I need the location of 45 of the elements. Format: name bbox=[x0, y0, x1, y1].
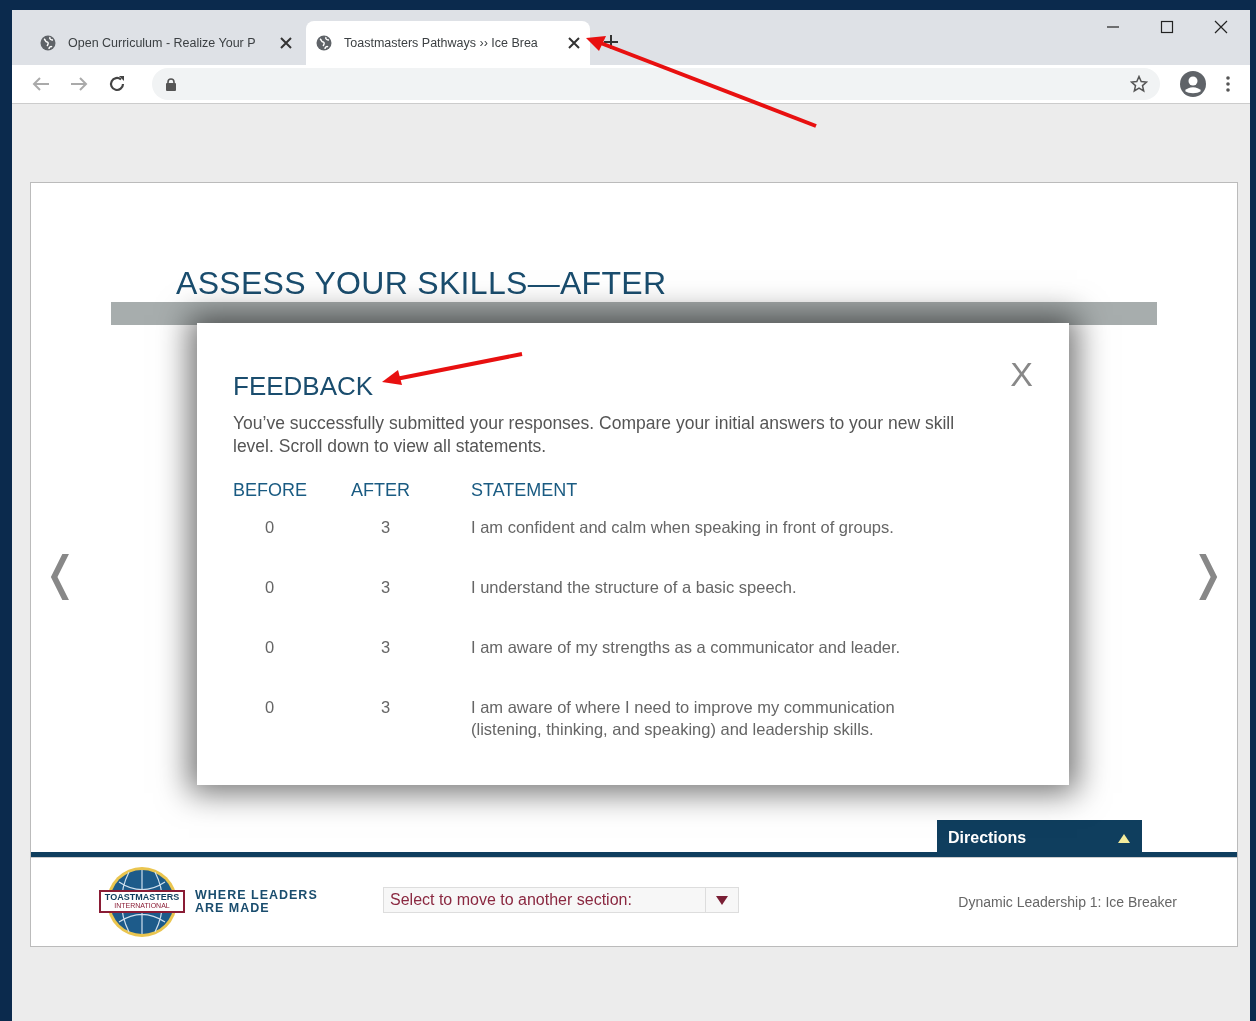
logo-text: TOASTMASTERS bbox=[104, 893, 180, 902]
globe-icon bbox=[316, 35, 332, 51]
after-score: 3 bbox=[380, 517, 392, 538]
maximize-icon[interactable] bbox=[1160, 20, 1174, 34]
profile-avatar-icon[interactable] bbox=[1180, 71, 1206, 97]
reload-icon[interactable] bbox=[108, 75, 126, 93]
lock-icon bbox=[166, 77, 176, 91]
close-icon[interactable] bbox=[280, 37, 292, 49]
close-icon[interactable] bbox=[568, 37, 580, 49]
page-title: ASSESS YOUR SKILLS—AFTER bbox=[176, 265, 667, 302]
section-select[interactable]: Select to move to another section: bbox=[383, 887, 739, 913]
feedback-message: You’ve successfully submitted your responses. Compare your initial answers to your new skill level. Scroll down to view all statements. bbox=[233, 412, 956, 458]
after-score: 3 bbox=[380, 697, 392, 718]
statement-text: I am aware of my strengths as a communicator and leader. bbox=[471, 637, 902, 658]
triangle-up-icon bbox=[1118, 833, 1130, 843]
globe-icon bbox=[40, 35, 56, 51]
star-icon[interactable] bbox=[1130, 75, 1148, 93]
before-score: 0 bbox=[264, 697, 276, 718]
after-score: 3 bbox=[380, 637, 392, 658]
browser-tab[interactable]: Open Curriculum - Realize Your P bbox=[30, 21, 302, 65]
column-header: STATEMENT bbox=[471, 480, 579, 502]
close-button[interactable]: X bbox=[1010, 355, 1033, 394]
tagline-text: ARE MADE bbox=[195, 902, 271, 915]
tagline-text: WHERE LEADERS bbox=[195, 889, 319, 902]
tab-title: Toastmasters Pathways ›› Ice Brea bbox=[344, 36, 539, 50]
before-score: 0 bbox=[264, 637, 276, 658]
before-score: 0 bbox=[264, 517, 276, 538]
dropdown-caret-icon bbox=[716, 895, 728, 905]
statement-text: I understand the structure of a basic speech. bbox=[471, 577, 798, 598]
dialog-title: FEEDBACK bbox=[233, 371, 374, 402]
select-placeholder: Select to move to another section: bbox=[389, 891, 633, 909]
after-score: 3 bbox=[380, 577, 392, 598]
before-score: 0 bbox=[264, 577, 276, 598]
statement-text: I am confident and calm when speaking in front of groups. bbox=[471, 517, 895, 538]
column-header: AFTER bbox=[351, 480, 411, 502]
next-button[interactable]: ❭ bbox=[1184, 545, 1231, 600]
more-menu-icon[interactable] bbox=[1226, 76, 1230, 92]
directions-button[interactable]: Directions bbox=[937, 820, 1142, 852]
column-header: BEFORE bbox=[233, 480, 308, 502]
previous-button[interactable]: ❬ bbox=[37, 545, 84, 600]
tab-title: Open Curriculum - Realize Your P bbox=[68, 36, 257, 50]
course-title: Dynamic Leadership 1: Ice Breaker bbox=[958, 894, 1177, 910]
browser-tab[interactable]: Toastmasters Pathways ›› Ice Brea bbox=[306, 21, 590, 65]
close-icon[interactable] bbox=[1214, 20, 1228, 34]
statement-text: I am aware of where I need to improve my communication (listening, thinking, and speaking) and leadership skills. bbox=[471, 697, 896, 740]
